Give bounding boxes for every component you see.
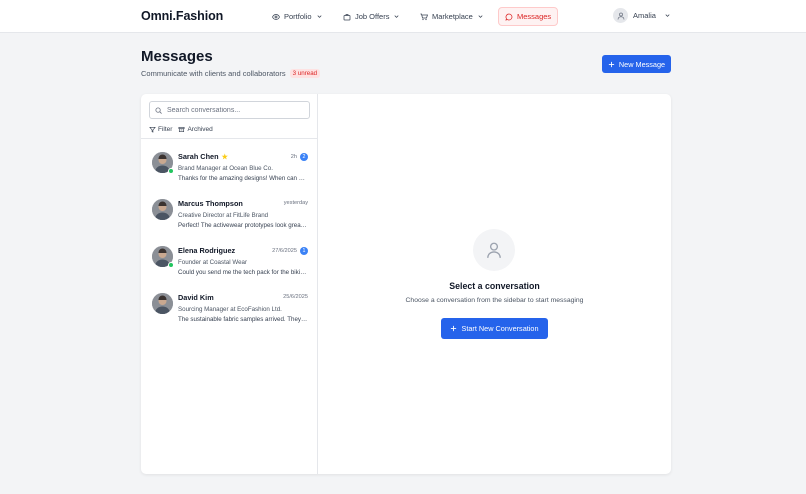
online-indicator <box>168 168 174 174</box>
plus-icon <box>451 325 457 332</box>
conversation-time: 2h <box>290 154 297 160</box>
unread-badge: 3 unread <box>289 69 321 78</box>
nav-job-offers-label: Job Offers <box>355 12 390 21</box>
message-preview: Thanks for the amazing designs! When can… <box>178 175 308 182</box>
unread-count: 2 <box>300 153 308 161</box>
conversation-item[interactable]: Sarah Chen ★ 2h 2 Brand Manager at Ocean… <box>141 147 318 194</box>
archived-button[interactable]: Archived <box>178 126 213 133</box>
star-icon: ★ <box>221 153 228 161</box>
conversation-meta: 27/6/2025 1 <box>272 247 308 255</box>
archive-icon <box>179 126 185 133</box>
contact-role: Creative Director at FitLife Brand <box>178 212 269 219</box>
message-preview: Could you send me the tech pack for the … <box>178 269 308 276</box>
nav-marketplace[interactable]: Marketplace <box>420 7 484 26</box>
unread-count: 1 <box>300 247 308 255</box>
nav-job-offers[interactable]: Job Offers <box>343 7 400 26</box>
brand-logo[interactable]: Omni.Fashion <box>141 9 223 23</box>
nav-portfolio[interactable]: Portfolio <box>272 7 323 26</box>
messages-panel: Filter Archived Sarah Chen ★ 2h 2 Brand … <box>141 94 671 474</box>
nav-marketplace-label: Marketplace <box>432 12 473 21</box>
message-preview: The sustainable fabric samples arrived. … <box>178 316 308 323</box>
conversation-time: 25/6/2025 <box>283 294 308 300</box>
chevron-down-icon <box>665 14 670 17</box>
user-name: Amalia <box>633 11 656 20</box>
contact-name: Marcus Thompson <box>178 199 243 208</box>
conversation-item[interactable]: Marcus Thompson yesterday Creative Direc… <box>141 194 318 241</box>
chevron-down-icon <box>478 15 483 18</box>
contact-name: David Kim <box>178 293 214 302</box>
person-photo-icon <box>152 293 173 314</box>
divider <box>141 138 318 139</box>
search-box[interactable] <box>149 101 310 119</box>
start-new-conversation-button[interactable]: Start New Conversation <box>441 318 548 339</box>
user-avatar <box>613 8 628 23</box>
archived-label: Archived <box>187 126 213 133</box>
eye-icon <box>272 13 280 20</box>
page-subtitle: Communicate with clients and collaborato… <box>141 69 321 78</box>
message-preview: Perfect! The activewear prototypes look … <box>178 222 308 229</box>
conversation-name: Elena Rodriguez <box>178 246 235 255</box>
new-message-label: New Message <box>618 59 666 69</box>
empty-state-avatar <box>473 229 515 271</box>
conversation-name: Marcus Thompson <box>178 199 243 208</box>
conversation-item[interactable]: Elena Rodriguez 27/6/2025 1 Founder at C… <box>141 241 318 288</box>
new-message-button[interactable]: New Message <box>602 55 671 73</box>
conversation-name: Sarah Chen ★ <box>178 152 228 161</box>
contact-role: Founder at Coastal Wear <box>178 259 248 266</box>
filter-bar: Filter Archived <box>149 126 213 133</box>
conversation-sidebar: Filter Archived Sarah Chen ★ 2h 2 Brand … <box>141 94 318 474</box>
nav-messages-label: Messages <box>517 12 552 21</box>
contact-name: Elena Rodriguez <box>178 246 236 255</box>
start-new-conversation-label: Start New Conversation <box>461 324 539 333</box>
conversation-meta: yesterday <box>284 200 308 206</box>
search-icon <box>155 106 162 114</box>
briefcase-icon <box>343 13 351 20</box>
user-menu[interactable]: Amalia <box>613 8 671 23</box>
avatar <box>152 199 173 220</box>
person-photo-icon <box>152 199 173 220</box>
contact-name: Sarah Chen <box>178 152 219 161</box>
cart-icon <box>420 13 428 20</box>
chevron-down-icon <box>394 15 399 18</box>
user-icon <box>487 242 501 258</box>
user-icon <box>617 12 624 20</box>
filter-button[interactable]: Filter <box>149 126 172 133</box>
online-indicator <box>168 262 174 268</box>
empty-state-title: Select a conversation <box>449 281 540 291</box>
contact-role: Sourcing Manager at EcoFashion Ltd. <box>178 306 282 313</box>
chevron-down-icon <box>316 15 322 18</box>
conversation-name: David Kim <box>178 293 214 302</box>
funnel-icon <box>149 126 156 133</box>
conversation-meta: 25/6/2025 <box>283 294 308 300</box>
empty-state-subtitle: Choose a conversation from the sidebar t… <box>405 297 584 304</box>
message-circle-icon <box>505 13 513 21</box>
nav-messages[interactable]: Messages <box>498 7 559 26</box>
search-input[interactable] <box>167 106 307 114</box>
conversation-meta: 2h 2 <box>291 153 308 161</box>
page-subtitle-text: Communicate with clients and collaborato… <box>141 69 286 78</box>
filter-label: Filter <box>158 126 173 133</box>
conversation-time: yesterday <box>283 200 308 206</box>
plus-icon <box>608 61 614 67</box>
nav-portfolio-label: Portfolio <box>284 12 312 21</box>
conversation-time: 27/6/2025 <box>272 248 297 254</box>
contact-role: Brand Manager at Ocean Blue Co. <box>178 165 273 172</box>
avatar <box>152 293 173 314</box>
conversation-item[interactable]: David Kim 25/6/2025 Sourcing Manager at … <box>141 288 318 335</box>
top-navbar: Omni.Fashion Portfolio Job Offers Market… <box>0 0 806 33</box>
page-title: Messages <box>141 48 213 65</box>
